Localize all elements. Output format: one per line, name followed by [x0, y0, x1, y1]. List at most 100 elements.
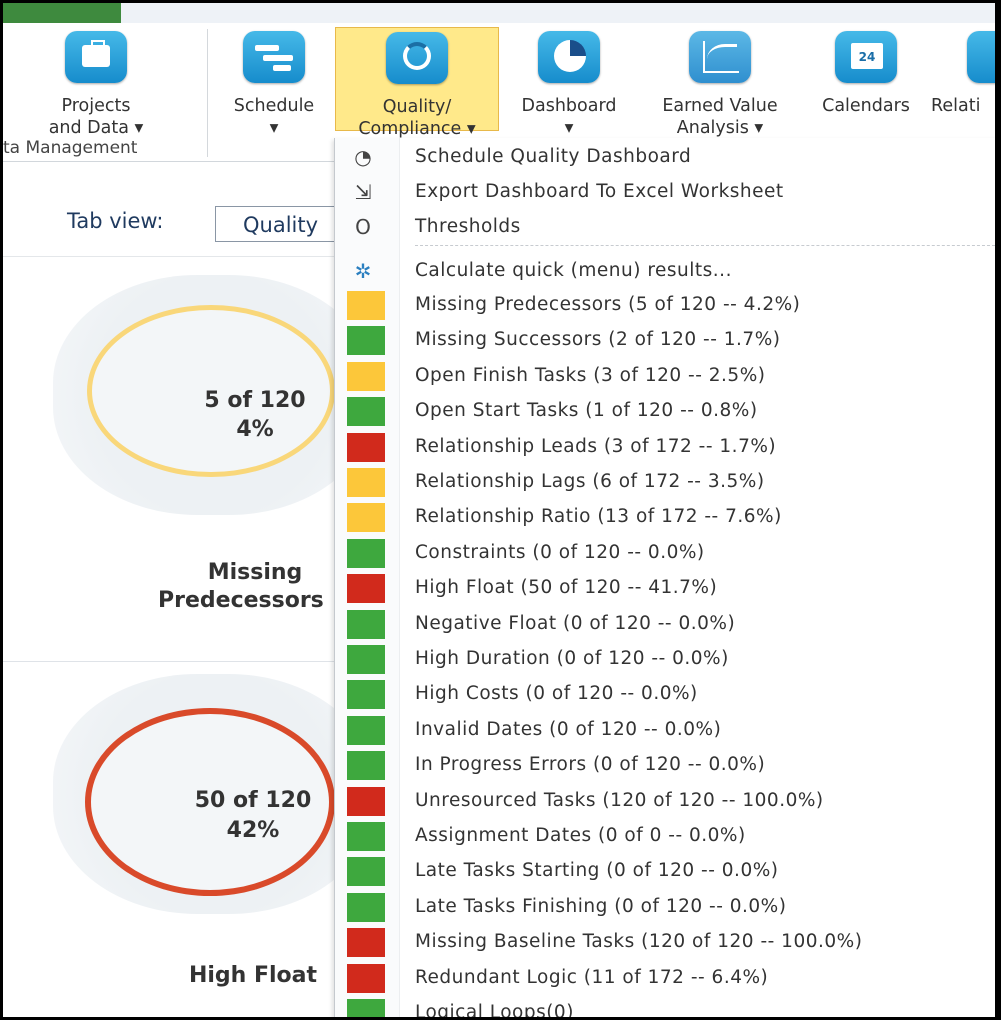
- menu-item-check[interactable]: Relationship Leads (3 of 172 -- 1.7%): [335, 430, 995, 465]
- pie-chart-icon: [538, 31, 600, 83]
- menu-item-label: High Float (50 of 120 -- 41.7%): [415, 577, 718, 598]
- metric-card-high-float[interactable]: 50 of 120 42% High Float: [3, 661, 373, 1017]
- quality-dropdown-menu: ◔ Schedule Quality Dashboard ⇲ Export Dashb…: [334, 138, 995, 1020]
- graph-icon: [689, 31, 751, 83]
- app-window: Projects and Data ▾ ta Management Schedu…: [0, 0, 1001, 1020]
- gauge-icon: [386, 32, 448, 84]
- menu-item-check[interactable]: Open Finish Tasks (3 of 120 -- 2.5%): [335, 359, 995, 394]
- status-green-icon: [347, 610, 385, 639]
- menu-item-check[interactable]: In Progress Errors (0 of 120 -- 0.0%): [335, 748, 995, 783]
- status-yellow-icon: [347, 362, 385, 391]
- projects-label-2: and Data ▾: [48, 118, 144, 138]
- menu-item-label: Relationship Lags (6 of 172 -- 3.5%): [415, 471, 765, 492]
- relationships-label: Relati: [931, 96, 981, 116]
- menu-item-check[interactable]: Unresourced Tasks (120 of 120 -- 100.0%): [335, 784, 995, 819]
- menu-item-label: Constraints (0 of 120 -- 0.0%): [415, 542, 705, 563]
- menu-item-check[interactable]: Invalid Dates (0 of 120 -- 0.0%): [335, 713, 995, 748]
- menu-item-check[interactable]: Logical Loops(0): [335, 996, 995, 1020]
- menu-item-check[interactable]: Redundant Logic (11 of 172 -- 6.4%): [335, 961, 995, 996]
- menu-item-label: Thresholds: [415, 216, 521, 237]
- menu-item-check[interactable]: Missing Successors (2 of 120 -- 1.7%): [335, 323, 995, 358]
- dashboard-label-1: Dashboard: [521, 96, 617, 116]
- menu-item-label: High Duration (0 of 120 -- 0.0%): [415, 648, 729, 669]
- briefcase-icon: [65, 31, 127, 83]
- circle-icon: O: [355, 215, 371, 239]
- menu-item-header-1[interactable]: ⇲ Export Dashboard To Excel Worksheet: [335, 175, 995, 210]
- status-yellow-icon: [347, 503, 385, 532]
- schedule-label-2: ▾: [269, 118, 279, 138]
- gear-icon: ✲: [354, 259, 372, 283]
- dashboard-button[interactable]: Dashboard ▾: [503, 27, 635, 138]
- menu-item-check[interactable]: High Duration (0 of 120 -- 0.0%): [335, 642, 995, 677]
- menu-item-check[interactable]: Missing Predecessors (5 of 120 -- 4.2%): [335, 288, 995, 323]
- status-yellow-icon: [347, 291, 385, 320]
- status-green-icon: [347, 680, 385, 709]
- menu-item-label: Assignment Dates (0 of 0 -- 0.0%): [415, 825, 746, 846]
- status-green-icon: [347, 539, 385, 568]
- menu-item-label: Missing Baseline Tasks (120 of 120 -- 10…: [415, 931, 863, 952]
- menu-separator: [415, 245, 995, 246]
- menu-item-label: Unresourced Tasks (120 of 120 -- 100.0%): [415, 790, 824, 811]
- menu-item-check[interactable]: Late Tasks Finishing (0 of 120 -- 0.0%): [335, 890, 995, 925]
- menu-item-check[interactable]: Relationship Ratio (13 of 172 -- 7.6%): [335, 500, 995, 535]
- status-green-icon: [347, 893, 385, 922]
- gauge-icon: ◔: [354, 145, 372, 169]
- metric-title-2: Predecessors: [158, 588, 324, 613]
- menu-item-check[interactable]: Late Tasks Starting (0 of 120 -- 0.0%): [335, 854, 995, 889]
- menu-item-header-3[interactable]: ✲ Calculate quick (menu) results...: [335, 254, 995, 289]
- menu-item-label: Relationship Ratio (13 of 172 -- 7.6%): [415, 506, 782, 527]
- menu-item-check[interactable]: High Costs (0 of 120 -- 0.0%): [335, 677, 995, 712]
- dashboard-label-2: ▾: [564, 118, 574, 138]
- menu-item-label: Late Tasks Starting (0 of 120 -- 0.0%): [415, 860, 779, 881]
- menu-item-label: In Progress Errors (0 of 120 -- 0.0%): [415, 754, 766, 775]
- metric-card-missing-predecessors[interactable]: 5 of 120 4% Missing Predecessors: [3, 265, 373, 657]
- status-green-icon: [347, 716, 385, 745]
- earned-label-2: Analysis ▾: [676, 118, 764, 138]
- schedule-label-1: Schedule: [233, 96, 315, 116]
- status-green-icon: [347, 751, 385, 780]
- menu-item-check[interactable]: Negative Float (0 of 120 -- 0.0%): [335, 607, 995, 642]
- status-green-icon: [347, 397, 385, 426]
- quality-compliance-button[interactable]: Quality/ Compliance ▾: [335, 27, 499, 139]
- menu-item-check[interactable]: Open Start Tasks (1 of 120 -- 0.8%): [335, 394, 995, 429]
- menu-item-check[interactable]: High Float (50 of 120 -- 41.7%): [335, 571, 995, 606]
- schedule-icon: [243, 31, 305, 83]
- menu-item-label: Export Dashboard To Excel Worksheet: [415, 181, 784, 202]
- export-icon: ⇲: [354, 180, 372, 204]
- calendar-icon-day: 24: [851, 43, 883, 69]
- menu-item-check[interactable]: Missing Baseline Tasks (120 of 120 -- 10…: [335, 925, 995, 960]
- menu-item-header-0[interactable]: ◔ Schedule Quality Dashboard: [335, 140, 995, 175]
- earned-value-button[interactable]: Earned Value Analysis ▾: [641, 27, 799, 138]
- status-red-icon: [347, 433, 385, 462]
- status-red-icon: [347, 928, 385, 957]
- metric-title-high-float: High Float: [188, 963, 318, 988]
- file-tab[interactable]: [3, 3, 121, 23]
- menu-item-check[interactable]: Relationship Lags (6 of 172 -- 3.5%): [335, 465, 995, 500]
- metric-title: Missing: [207, 560, 303, 585]
- menu-item-label: Negative Float (0 of 120 -- 0.0%): [415, 613, 736, 634]
- relationships-button[interactable]: Relati: [931, 27, 995, 131]
- menu-item-label: Schedule Quality Dashboard: [415, 146, 692, 167]
- status-green-icon: [347, 645, 385, 674]
- status-yellow-icon: [347, 468, 385, 497]
- quality-label-1: Quality/: [382, 97, 452, 117]
- relationships-icon: [967, 31, 995, 83]
- menu-item-label: Calculate quick (menu) results...: [415, 260, 732, 281]
- calendars-button[interactable]: 24 Calendars: [805, 27, 927, 131]
- schedule-button[interactable]: Schedule ▾: [215, 27, 333, 138]
- title-strip: [3, 3, 995, 24]
- status-green-icon: [347, 999, 385, 1017]
- menu-item-label: Missing Predecessors (5 of 120 -- 4.2%): [415, 294, 801, 315]
- menu-item-label: Logical Loops(0): [415, 1002, 574, 1020]
- menu-item-header-2[interactable]: O Thresholds: [335, 210, 995, 245]
- earned-label-1: Earned Value: [662, 96, 778, 116]
- calendar-icon: 24: [835, 31, 897, 83]
- status-red-icon: [347, 574, 385, 603]
- menu-item-check[interactable]: Constraints (0 of 120 -- 0.0%): [335, 536, 995, 571]
- metric-percent: 4%: [236, 417, 274, 442]
- menu-item-label: Missing Successors (2 of 120 -- 1.7%): [415, 329, 781, 350]
- tab-view-label: Tab view:: [67, 209, 164, 233]
- status-green-icon: [347, 822, 385, 851]
- projects-and-data-button[interactable]: Projects and Data ▾: [21, 27, 171, 138]
- menu-item-check[interactable]: Assignment Dates (0 of 0 -- 0.0%): [335, 819, 995, 854]
